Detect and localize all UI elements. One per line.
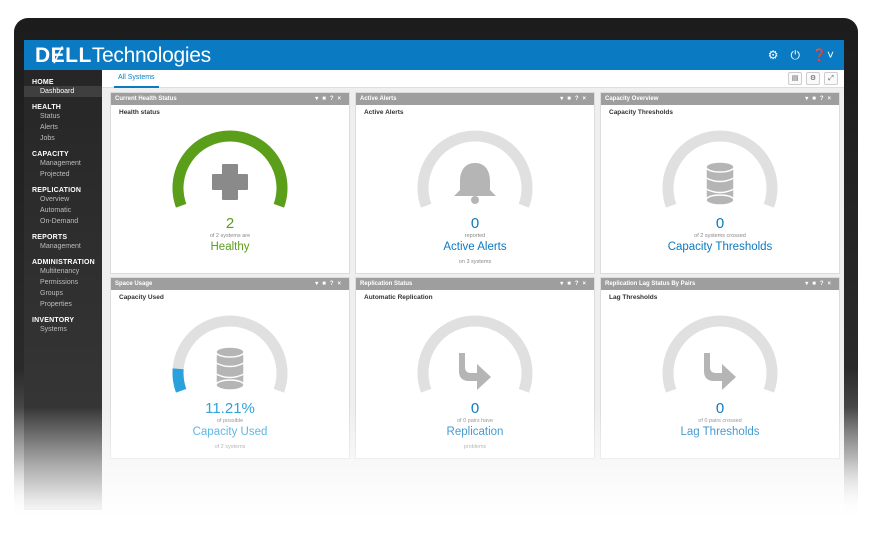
widget-header[interactable]: Current Health Status ▾■?× [111,93,349,105]
widget-footer: on 3 systems [458,259,492,265]
sidebar-item-overview[interactable]: Overview [24,194,102,205]
sidebar-nav: HOME Dashboard HEALTH Status Alerts Jobs CAPAC… [24,70,102,510]
sidebar-section-capacity: CAPACITY [32,151,69,158]
database-icon [215,346,245,391]
tab-bar: All Systems ▤ ⚙ ⤢ [102,70,844,88]
sidebar-section-replication: REPLICATION [32,187,82,194]
sidebar-item-alerts[interactable]: Alerts [24,122,102,133]
widget-value: 11.21% [205,400,255,417]
arrow-icon [459,353,491,390]
widget-subtitle: Lag Thresholds [609,294,658,301]
brand-logo: DɆLLTechnologies [35,44,211,67]
widget-header[interactable]: Active Alerts ▾■?× [356,93,594,105]
tab-all-systems[interactable]: All Systems [114,70,159,88]
widget-description: of 2 systems crossed [694,233,746,239]
widget-controls[interactable]: ▾■?× [315,93,345,105]
sidebar-item-permissions[interactable]: Permissions [24,277,102,288]
sidebar-section-health: HEALTH [32,104,62,111]
widget-value: 0 [715,215,725,232]
widget-subtitle: Capacity Thresholds [609,109,673,116]
sidebar-item-automatic[interactable]: Automatic [24,205,102,216]
widget-footer: problems [463,444,487,450]
widget-footer: of 2 systems [214,444,246,450]
power-icon[interactable]: ⏻ [791,47,801,63]
sidebar-section-inventory: INVENTORY [32,317,75,324]
sidebar-item-properties[interactable]: Properties [24,299,102,310]
add-widget-icon[interactable]: ▤ [788,72,802,85]
widget-space-usage: Space Usage ▾■?× Capacity Used 11.21% of pos… [110,277,350,459]
widget-subtitle: Health status [119,109,160,116]
gauge-chart [417,130,533,208]
gauge-chart [172,315,288,393]
widget-header[interactable]: Replication Status ▾■?× [356,278,594,290]
widget-description: of 0 pairs have [456,418,494,424]
widget-replication-status: Replication Status ▾■?× Automatic Replicat… [355,277,595,459]
widget-description: of 2 systems are [209,233,251,239]
widget-header[interactable]: Replication Lag Status By Pairs ▾■?× [601,278,839,290]
gauge-chart [172,130,288,208]
widget-title[interactable]: Lag Thresholds [601,426,839,438]
widget-value: 0 [470,215,480,232]
widget-title[interactable]: Capacity Thresholds [601,241,839,253]
widget-title[interactable]: Active Alerts [356,241,594,253]
widget-replication-lag-status-by-pairs: Replication Lag Status By Pairs ▾■?× Lag T… [600,277,840,459]
widget-description: reported [464,233,486,239]
bell-icon [454,163,496,204]
gauge-chart [662,130,778,208]
widget-value: 0 [715,400,725,417]
plus-icon [212,164,248,200]
help-icon[interactable]: ❓˅ [812,47,834,63]
widget-controls[interactable]: ▾■?× [805,93,835,105]
widget-current-health-status: Current Health Status ▾■?× Health status 2 o… [110,92,350,274]
sidebar-item-management[interactable]: Management [24,158,102,169]
widget-active-alerts: Active Alerts ▾■?× Active Alerts 0 reported A… [355,92,595,274]
expand-icon[interactable]: ⤢ [824,72,838,85]
widget-subtitle: Automatic Replication [364,294,433,301]
gear-icon[interactable]: ⚙ [768,47,779,63]
sidebar-item-systems[interactable]: Systems [24,324,102,335]
arrow-icon [704,353,736,390]
widget-description: of possible [216,418,244,424]
sidebar-item-status[interactable]: Status [24,111,102,122]
widget-title[interactable]: Capacity Used [111,426,349,438]
sidebar-item-jobs[interactable]: Jobs [24,133,102,144]
sidebar-section-home: HOME [32,79,54,86]
app-screen: DɆLLTechnologies ⚙ ⏻ ❓˅ HOME Dashboard HEA… [24,40,844,510]
gauge-chart [417,315,533,393]
widget-controls[interactable]: ▾■?× [805,278,835,290]
settings-icon[interactable]: ⚙ [806,72,820,85]
top-bar: DɆLLTechnologies ⚙ ⏻ ❓˅ [24,40,844,70]
widget-subtitle: Active Alerts [364,109,404,116]
widget-controls[interactable]: ▾■?× [560,278,590,290]
widget-controls[interactable]: ▾■?× [560,93,590,105]
dashboard-content: All Systems ▤ ⚙ ⤢ Current Health Status ▾… [102,70,844,510]
widget-controls[interactable]: ▾■?× [315,278,345,290]
widget-title[interactable]: Healthy [111,241,349,253]
sidebar-section-reports: REPORTS [32,234,68,241]
sidebar-section-administration: ADMINISTRATION [32,259,95,266]
sidebar-item-on-demand[interactable]: On-Demand [24,216,102,227]
widget-description: of 0 pairs crossed [698,418,742,424]
widget-subtitle: Capacity Used [119,294,164,301]
sidebar-item-multitenancy[interactable]: Multitenancy [24,266,102,277]
widget-capacity-overview: Capacity Overview ▾■?× Capacity Thresholds… [600,92,840,274]
database-icon [705,161,735,206]
sidebar-item-dashboard[interactable]: Dashboard [24,86,102,97]
widget-value: 2 [225,215,235,232]
sidebar-item-groups[interactable]: Groups [24,288,102,299]
gauge-chart [662,315,778,393]
widget-header[interactable]: Space Usage ▾■?× [111,278,349,290]
widget-value: 0 [470,400,480,417]
sidebar-item-management[interactable]: Management [24,241,102,252]
sidebar-item-projected[interactable]: Projected [24,169,102,180]
widget-header[interactable]: Capacity Overview ▾■?× [601,93,839,105]
widget-title[interactable]: Replication [356,426,594,438]
